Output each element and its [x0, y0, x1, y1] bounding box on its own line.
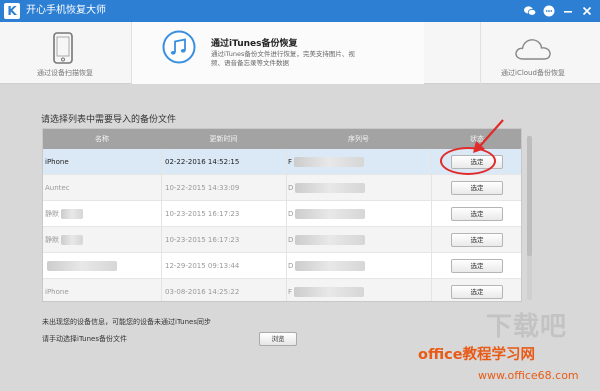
- browse-button[interactable]: 浏览: [259, 332, 297, 346]
- mode-itunes-backup[interactable]: 通过iTunes备份恢复 通过iTunes备份文件进行恢复，完美支持图片、视频、…: [132, 22, 424, 84]
- mode-icloud-label: 通过iCloud备份恢复: [501, 69, 565, 77]
- select-button[interactable]: 选定: [451, 285, 503, 299]
- row-device-name-text: 静默: [45, 210, 59, 218]
- row-serial: D: [288, 253, 428, 279]
- select-button[interactable]: 选定: [451, 259, 503, 273]
- app-logo: K: [4, 3, 20, 19]
- select-button[interactable]: 选定: [451, 181, 503, 195]
- row-serial-prefix: D: [288, 236, 294, 244]
- column-update-time[interactable]: 更新时间: [161, 129, 286, 149]
- mode-device-scan[interactable]: 通过设备扫描恢复: [0, 22, 132, 84]
- redacted-serial: [294, 287, 365, 297]
- redacted-serial: [295, 209, 366, 219]
- annotation-arrow: [473, 119, 504, 153]
- column-name[interactable]: 名称: [43, 129, 161, 149]
- row-serial: D: [288, 175, 428, 201]
- redacted-serial: [295, 235, 366, 245]
- redacted-serial: [295, 183, 366, 193]
- title-bar: K 开心手机恢复大师: [0, 0, 600, 22]
- row-update-time: 02-22-2016 14:52:15: [165, 158, 240, 166]
- row-serial-prefix: F: [288, 158, 293, 166]
- table-row[interactable]: Auntec 10-22-2015 14:33:09 D 选定: [43, 175, 521, 201]
- row-serial: D: [288, 227, 428, 253]
- mode-itunes-title: 通过iTunes备份恢复: [211, 39, 298, 49]
- row-update-time: 10-22-2015 14:33:09: [165, 184, 240, 192]
- table-scrollbar[interactable]: [527, 136, 532, 300]
- table-row[interactable]: 静默 10-23-2015 16:17:23 D 选定: [43, 201, 521, 227]
- row-serial-prefix: F: [288, 288, 293, 296]
- phone-icon: [52, 32, 74, 66]
- row-serial: F: [288, 279, 428, 301]
- watermark-faint: 下载吧: [486, 312, 568, 342]
- mode-itunes-description: 通过iTunes备份文件进行恢复，完美支持图片、视频、语音备忘录等文件数据: [211, 50, 355, 67]
- table-row[interactable]: iPhone 03-08-2016 14:25:22 F 选定: [43, 279, 521, 301]
- minimize-icon[interactable]: [561, 4, 575, 18]
- table-row[interactable]: 静默 10-23-2015 16:17:23 D 选定: [43, 227, 521, 253]
- cloud-icon: [513, 36, 553, 64]
- row-serial: F: [288, 149, 428, 175]
- table-row[interactable]: 12-29-2015 09:13:44 D 选定: [43, 253, 521, 279]
- row-update-time: 12-29-2015 09:13:44: [165, 262, 240, 270]
- titlebar-controls: [523, 4, 594, 18]
- music-note-icon: [162, 30, 196, 66]
- close-icon[interactable]: [580, 4, 594, 18]
- column-serial[interactable]: 序列号: [286, 129, 431, 149]
- row-device-name: 静默: [45, 227, 160, 253]
- row-serial-prefix: D: [288, 184, 294, 192]
- row-update-time: 10-23-2015 16:17:23: [165, 236, 240, 244]
- row-device-name: 静默: [45, 201, 160, 227]
- active-mode-pointer: [170, 99, 186, 106]
- row-device-name: iPhone: [45, 158, 69, 166]
- row-device-name: iPhone: [45, 288, 69, 296]
- row-device-name-text: 静默: [45, 236, 59, 244]
- select-button[interactable]: 选定: [451, 207, 503, 221]
- row-serial-prefix: D: [288, 262, 294, 270]
- redacted-name: [61, 209, 83, 219]
- select-button[interactable]: 选定: [451, 233, 503, 247]
- watermark-main: office教程学习网: [418, 347, 536, 363]
- chat-icon[interactable]: [542, 4, 556, 18]
- watermark-url: www.office68.com: [478, 369, 579, 382]
- redacted-name: [47, 261, 117, 271]
- device-missing-note: 未出现您的设备信息，可能您的设备未通过iTunes同步: [42, 318, 211, 326]
- mode-icloud-backup[interactable]: 通过iCloud备份恢复: [480, 22, 600, 84]
- row-update-time: 03-08-2016 14:25:22: [165, 288, 240, 296]
- redacted-serial: [294, 157, 365, 167]
- app-title: 开心手机恢复大师: [26, 5, 106, 16]
- manual-select-note: 请手动选择iTunes备份文件: [42, 335, 127, 343]
- redacted-name: [61, 235, 83, 245]
- mode-bar: 通过设备扫描恢复 通过iTunes备份恢复 通过iTunes备份文件进行恢复，完…: [0, 22, 600, 106]
- row-device-name: Auntec: [45, 184, 70, 192]
- row-update-time: 10-23-2015 16:17:23: [165, 210, 240, 218]
- mode-device-label: 通过设备扫描恢复: [37, 69, 93, 77]
- redacted-serial: [295, 261, 366, 271]
- scrollbar-thumb[interactable]: [527, 136, 532, 256]
- row-serial-prefix: D: [288, 210, 294, 218]
- select-backup-prompt: 请选择列表中需要导入的备份文件: [41, 115, 177, 125]
- row-device-name: [45, 253, 160, 279]
- wechat-icon[interactable]: [523, 4, 537, 18]
- row-serial: D: [288, 201, 428, 227]
